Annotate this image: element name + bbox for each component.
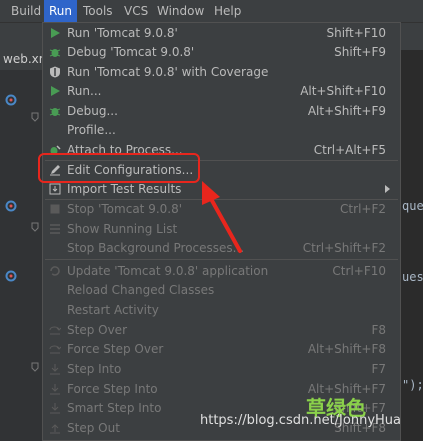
run-icon — [51, 28, 60, 38]
force-step-over-icon — [49, 345, 61, 354]
smart-step-into-icon — [50, 403, 60, 414]
fold-marker-icon[interactable] — [31, 362, 39, 372]
editor-text-area[interactable]: ques uest "); — [402, 70, 423, 441]
menu-item-reload-classes[interactable]: Reload Changed Classes — [43, 280, 400, 300]
watermark-url: https://blog.csdn.net/JonnyHua — [200, 413, 401, 428]
fold-marker-icon[interactable] — [31, 222, 39, 232]
step-into-icon — [50, 364, 60, 375]
menu-item-update-application[interactable]: Update 'Tomcat 9.0.8' application Ctrl+F… — [43, 261, 400, 281]
menu-item-run-coverage[interactable]: Run 'Tomcat 9.0.8' with Coverage — [43, 62, 400, 82]
menu-bar: Build Run Tools VCS Window Help — [0, 0, 423, 23]
annotation-highlight-box — [38, 153, 200, 183]
menu-help[interactable]: Help — [209, 0, 246, 22]
override-marker-icon[interactable] — [5, 200, 17, 212]
submenu-arrow-icon — [385, 185, 390, 193]
menu-item-restart-activity[interactable]: Restart Activity — [43, 300, 400, 320]
fold-marker-icon[interactable] — [31, 112, 39, 122]
menu-item-profile[interactable]: Profile... — [43, 120, 400, 140]
menu-run[interactable]: Run — [44, 0, 78, 22]
debug-icon — [49, 108, 61, 116]
editor-gutter — [0, 70, 44, 441]
menu-item-step-over[interactable]: Step Over F8 — [43, 320, 400, 340]
override-marker-icon[interactable] — [5, 270, 17, 282]
force-step-into-icon — [50, 384, 60, 395]
debug-icon — [49, 49, 61, 57]
menu-separator — [45, 259, 398, 260]
menu-item-force-step-over[interactable]: Force Step Over Alt+Shift+F8 — [43, 339, 400, 359]
code-fragment: ques — [402, 199, 423, 213]
editor-tab[interactable]: web.xm — [0, 50, 50, 71]
menu-tools[interactable]: Tools — [78, 0, 118, 22]
menu-build[interactable]: Build — [6, 0, 46, 22]
override-marker-icon[interactable] — [5, 94, 17, 106]
menu-item-step-into[interactable]: Step Into F7 — [43, 359, 400, 379]
menu-vcs[interactable]: VCS — [119, 0, 153, 22]
list-icon — [50, 224, 60, 234]
annotation-arrow-icon — [202, 181, 242, 253]
step-over-icon — [49, 326, 61, 335]
import-icon — [49, 183, 61, 195]
menu-item-run-tomcat[interactable]: Run 'Tomcat 9.0.8' Shift+F10 — [43, 23, 400, 43]
update-icon — [50, 266, 60, 276]
menu-window[interactable]: Window — [152, 0, 209, 22]
step-out-icon — [50, 424, 60, 434]
run-icon — [51, 86, 60, 96]
stop-icon — [50, 204, 60, 214]
code-fragment: uest — [402, 270, 423, 284]
menu-item-run-dots[interactable]: Run... Alt+Shift+F10 — [43, 81, 400, 101]
coverage-icon — [50, 66, 60, 78]
menu-item-debug-dots[interactable]: Debug... Alt+Shift+F9 — [43, 101, 400, 121]
code-fragment: "); — [402, 378, 423, 392]
menu-item-debug-tomcat[interactable]: Debug 'Tomcat 9.0.8' Shift+F9 — [43, 42, 400, 62]
